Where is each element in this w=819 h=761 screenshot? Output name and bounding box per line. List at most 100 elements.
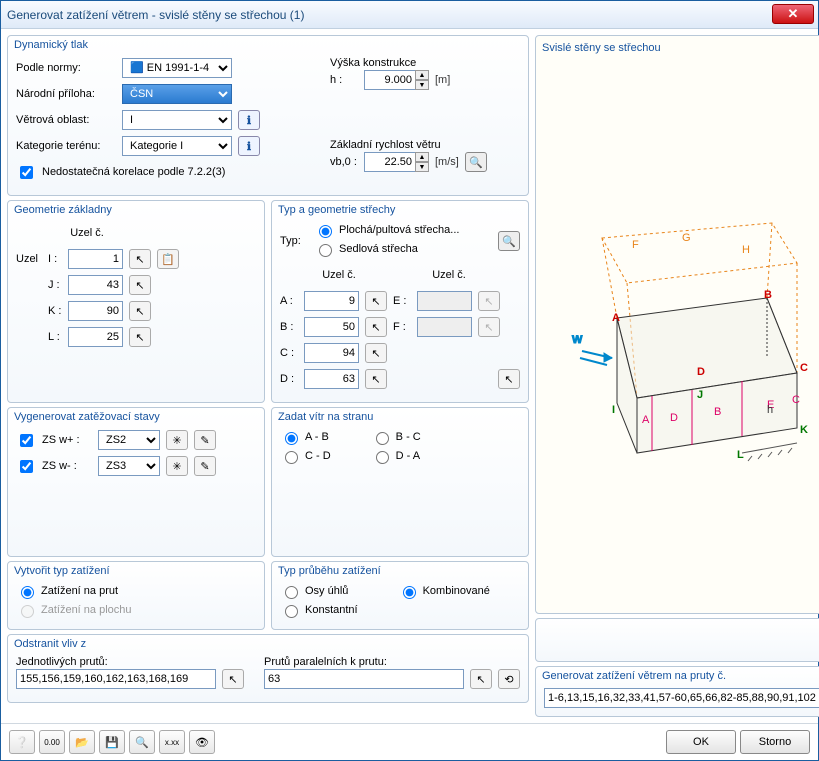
svg-text:B: B <box>714 406 721 418</box>
dist-const-radio[interactable] <box>285 605 298 618</box>
pick-i-button[interactable]: ↖ <box>129 249 151 269</box>
remove-single-input[interactable] <box>16 669 216 689</box>
result-members-input[interactable] <box>544 688 819 708</box>
roof-b-input[interactable] <box>304 317 359 337</box>
uzel-label: Uzel <box>16 253 42 265</box>
height-legend: Výška konstrukce <box>330 57 520 69</box>
h-up[interactable]: ▲ <box>415 70 429 80</box>
correlation-checkbox[interactable] <box>20 166 33 179</box>
norm-label: Podle normy: <box>16 62 116 74</box>
svg-text:G: G <box>682 232 691 244</box>
svg-text:C: C <box>800 362 808 374</box>
remove-parallel-input[interactable] <box>264 669 464 689</box>
svg-text:J: J <box>697 389 703 401</box>
wminus-select[interactable]: ZS3 <box>98 456 160 476</box>
vb-down[interactable]: ▼ <box>415 162 429 172</box>
vb-up[interactable]: ▲ <box>415 152 429 162</box>
pick-a-button[interactable]: ↖ <box>365 291 387 311</box>
norm-select[interactable]: 🟦 EN 1991-1-4 <box>122 58 232 78</box>
svg-text:K: K <box>800 424 808 436</box>
annex-select[interactable]: ČSN <box>122 84 232 104</box>
node-i-input[interactable] <box>68 249 123 269</box>
zone-select[interactable]: I <box>122 110 232 130</box>
group-loadcases: Vygenerovat zatěžovací stavy ZS w+ : ZS2… <box>7 407 265 557</box>
terrain-info-button[interactable]: ℹ <box>238 136 260 156</box>
remove-parallel-pick-button[interactable]: ↖ <box>470 669 492 689</box>
roof-c-input[interactable] <box>304 343 359 363</box>
help-button[interactable]: ❔ <box>9 730 35 754</box>
side-da-radio[interactable] <box>376 451 389 464</box>
group-loadtype: Vytvořit typ zatížení Zatížení na prut Z… <box>7 561 265 630</box>
svg-text:D: D <box>670 412 678 424</box>
roof-gable-radio[interactable] <box>319 244 332 257</box>
units-button[interactable]: 0.00 <box>39 730 65 754</box>
wminus-edit-button[interactable]: ✎ <box>194 456 216 476</box>
node-k-input[interactable] <box>68 301 123 321</box>
pick-l-button[interactable]: ↖ <box>129 327 151 347</box>
loadtype-member-radio[interactable] <box>21 586 34 599</box>
wplus-new-button[interactable]: ✳ <box>166 430 188 450</box>
pick-d-button[interactable]: ↖ <box>365 369 387 389</box>
side-bc-radio[interactable] <box>376 432 389 445</box>
legend: Dynamický tlak <box>14 39 520 51</box>
wminus-new-button[interactable]: ✳ <box>166 456 188 476</box>
roof-type-button[interactable]: 🔍 <box>498 231 520 251</box>
wplus-select[interactable]: ZS2 <box>98 430 160 450</box>
wplus-edit-button[interactable]: ✎ <box>194 430 216 450</box>
roof-e-input <box>417 291 472 311</box>
correlation-label: Nedostatečná korelace podle 7.2.2(3) <box>42 166 225 178</box>
roof-flat-radio[interactable] <box>319 225 332 238</box>
dist-comb-radio[interactable] <box>403 586 416 599</box>
zone-info-button[interactable]: ℹ <box>238 110 260 130</box>
list-i-button[interactable]: 📋 <box>157 249 179 269</box>
wplus-checkbox[interactable] <box>20 434 33 447</box>
node-j-input[interactable] <box>68 275 123 295</box>
side-ab-radio[interactable] <box>285 432 298 445</box>
basic-speed-legend: Základní rychlost větru <box>330 139 520 151</box>
node-l-input[interactable] <box>68 327 123 347</box>
svg-text:A: A <box>642 414 650 426</box>
h-input[interactable] <box>364 70 416 90</box>
open-button[interactable]: 📂 <box>69 730 95 754</box>
svg-text:B: B <box>764 289 772 301</box>
group-wind-side: Zadat vítr na stranu A - B C - D B - C D… <box>271 407 529 557</box>
svg-text:I: I <box>612 404 615 416</box>
pick-j-button[interactable]: ↖ <box>129 275 151 295</box>
h-down[interactable]: ▼ <box>415 80 429 90</box>
pick-c-button[interactable]: ↖ <box>365 343 387 363</box>
pick-k-button[interactable]: ↖ <box>129 301 151 321</box>
factor-button[interactable]: x.xx <box>159 730 185 754</box>
group-roof: Typ a geometrie střechy Typ: Plochá/pult… <box>271 200 529 403</box>
side-cd-radio[interactable] <box>285 451 298 464</box>
terrain-label: Kategorie terénu: <box>16 140 116 152</box>
svg-text:A: A <box>612 312 620 324</box>
pick-b-button[interactable]: ↖ <box>365 317 387 337</box>
window-title: Generovat zatížení větrem - svislé stěny… <box>7 8 304 22</box>
vb-pick-button[interactable]: 🔍 <box>465 152 487 172</box>
roof-d-input[interactable] <box>304 369 359 389</box>
cancel-button[interactable]: Storno <box>740 730 810 754</box>
loadtype-surface-radio <box>21 605 34 618</box>
annex-label: Národní příloha: <box>16 88 116 100</box>
group-remove: Odstranit vliv z Jednotlivých prutů: ↖ P… <box>7 634 529 703</box>
view-button[interactable]: 🔍 <box>129 730 155 754</box>
group-dynamic-pressure: Dynamický tlak Podle normy: 🟦 EN 1991-1-… <box>7 35 529 196</box>
save-button[interactable]: 💾 <box>99 730 125 754</box>
remove-single-pick-button[interactable]: ↖ <box>222 669 244 689</box>
remove-parallel-clear-button[interactable]: ⟲ <box>498 669 520 689</box>
group-loaddist: Typ průběhu zatížení Osy úhlů Konstantní… <box>271 561 529 630</box>
terrain-select[interactable]: Kategorie I <box>122 136 232 156</box>
ok-button[interactable]: OK <box>666 730 736 754</box>
vb-input[interactable] <box>364 152 416 172</box>
roof-list-button[interactable]: ↖ <box>498 369 520 389</box>
group-result: Generovat zatížení větrem na pruty č. <box>535 666 819 717</box>
pick-e-button: ↖ <box>478 291 500 311</box>
svg-text:W: W <box>572 334 583 346</box>
dist-axes-radio[interactable] <box>285 586 298 599</box>
preview-button[interactable]: 👁 <box>189 730 215 754</box>
vb-unit: [m/s] <box>435 156 459 168</box>
pick-f-button: ↖ <box>478 317 500 337</box>
close-button[interactable]: ✕ <box>772 4 814 24</box>
wminus-checkbox[interactable] <box>20 460 33 473</box>
roof-a-input[interactable] <box>304 291 359 311</box>
